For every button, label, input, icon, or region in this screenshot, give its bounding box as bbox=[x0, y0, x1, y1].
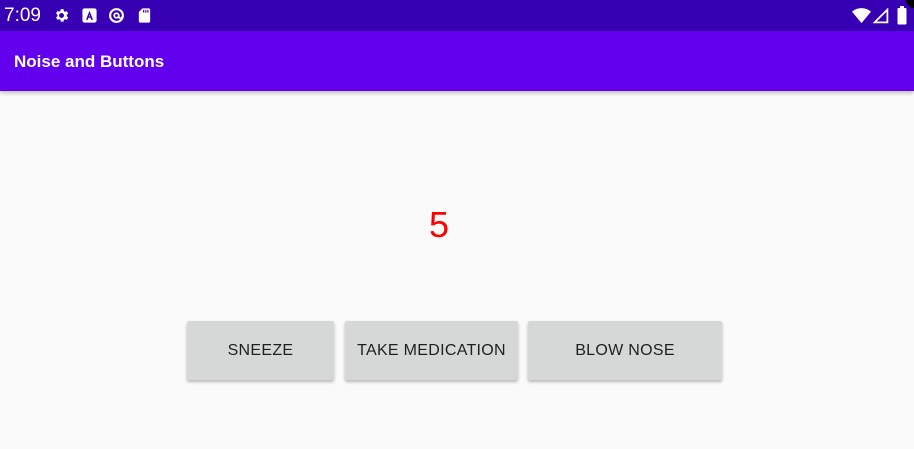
battery-icon bbox=[897, 6, 907, 25]
app-screen: 7:09 Noise and Buttons 5 SNEEZE TAKE MED… bbox=[0, 0, 914, 449]
take-medication-button[interactable]: TAKE MEDICATION bbox=[345, 321, 518, 380]
gear-icon bbox=[56, 9, 69, 22]
app-title: Noise and Buttons bbox=[14, 52, 165, 71]
blow-nose-button[interactable]: BLOW NOSE bbox=[528, 321, 722, 380]
sneeze-button[interactable]: SNEEZE bbox=[187, 321, 334, 380]
cell-signal-icon bbox=[873, 8, 889, 24]
sd-card-icon bbox=[138, 8, 151, 23]
screen-corner bbox=[906, 0, 914, 8]
status-bar: 7:09 bbox=[0, 0, 914, 31]
status-time: 7:09 bbox=[4, 5, 41, 26]
at-sign-icon bbox=[109, 8, 124, 23]
app-bar: Noise and Buttons bbox=[0, 31, 914, 91]
wifi-icon bbox=[852, 8, 871, 24]
counter-value: 5 bbox=[428, 204, 450, 245]
accessibility-a-icon bbox=[82, 8, 97, 23]
